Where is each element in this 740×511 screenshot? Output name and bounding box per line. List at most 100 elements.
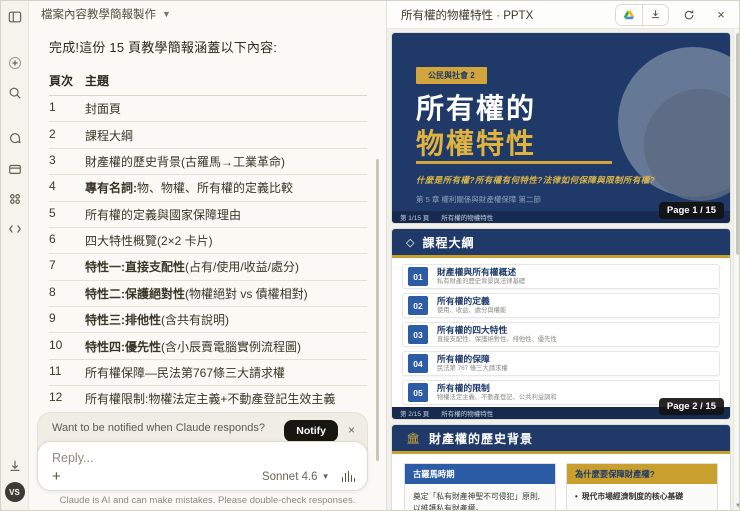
page-number-cell: 8 [49,280,85,308]
voice-waveform-icon[interactable] [341,471,355,482]
box-body: 奠定「私有財產神聖不可侵犯」原則,以維護私有財產權。 [413,492,540,511]
ai-disclaimer: Claude is AI and can make mistakes. Plea… [59,495,356,506]
topic-cell: 財產權的歷史背景(古羅馬→工業革命) [85,148,367,176]
sidebar: VS [1,1,29,510]
page-number-cell: 6 [49,227,85,255]
table-row: 1 封面頁 [49,95,367,123]
outline-list: 01 財產權與所有權概述 私有財產的歷史背景與法律基礎 02 所有權的定義 使用、收益、處… [392,258,730,415]
slide-footer-title: 所有權的物權特性 [441,411,494,418]
page-number-cell: 10 [49,332,85,360]
new-chat-icon[interactable] [7,55,23,71]
search-icon[interactable] [7,85,23,101]
message-intro: 完成!這份 15 頁教學簡報涵蓋以下內容: [49,40,278,55]
close-preview-icon[interactable]: × [709,5,733,25]
topic-cell: 特性三:排他性(含共有說明) [85,306,367,334]
table-row: 11 所有權保障—民法第767條三大請求權 [49,359,367,387]
outline-number: 02 [408,296,428,315]
topic-cell: 四大特性概覽(2×2 卡片) [85,227,367,255]
outline-item: 02 所有權的定義 使用、收益、處分與權能 [402,293,720,318]
slide-page-indicator: 第 1/15 頁 [400,215,430,222]
conversation-title: 檔案內容教學簡報製作 [41,9,156,21]
slide-header-title: 財產權的歷史背景 [428,431,533,446]
user-avatar[interactable]: VS [4,482,25,502]
topic-cell: 所有權的定義與國家保障理由 [85,201,367,228]
box-title: 古羅馬時期 [405,464,555,484]
preview-scrollbar[interactable]: ▼ [733,29,739,510]
chevron-down-icon: ▼ [162,9,171,19]
outline-number: 01 [408,267,428,286]
preview-header: 所有權的物權特性 · PPTX × [387,1,739,29]
chat-scrollbar[interactable] [376,159,379,461]
topic-cell: 專有名詞:物、物權、所有權的定義比較 [85,174,367,202]
page-number-cell: 9 [49,306,85,334]
reply-input[interactable] [52,451,355,465]
close-icon[interactable]: × [348,420,355,437]
panel-toggle-icon[interactable] [7,9,23,25]
attach-plus-icon[interactable]: + [52,469,61,484]
page-number-cell: 7 [49,253,85,281]
slide-1-cover[interactable]: 公民與社會 2 所有權的 物權特性 什麼是所有權?所有權有何特性?法律如何保障與… [392,33,730,223]
outline-title: 所有權的保障 [437,353,490,364]
preview-scrollbar-thumb[interactable] [735,33,739,255]
table-row: 8 特性二:保護絕對性(物權絕對 vs 債權相對) [49,280,367,308]
page-number-cell: 2 [49,121,85,149]
model-selector[interactable]: Sonnet 4.6 ▼ [262,471,330,483]
pages-table: 頁次 主題 1 封面頁 2 課程大綱 3 財產權的歷史背景(古羅馬→工業革命) 4 專有名詞:… [49,68,367,410]
claude-app-window: VS 檔案內容教學簡報製作 ▼ 完成!這份 15 頁教學簡報涵蓋以下內容: 頁次… [0,0,740,511]
scrollbar-down-arrow[interactable]: ▼ [734,503,739,509]
notify-button[interactable]: Notify [284,420,338,442]
apps-grid-icon[interactable] [7,191,23,207]
topic-cell: 特性二:保護絕對性(物權絕對 vs 債權相對) [85,280,367,308]
outline-number: 03 [408,325,428,344]
refresh-icon[interactable] [677,5,701,25]
box-title: 為什麼要保障財產權? [567,464,717,484]
page-number-cell: 3 [49,148,85,176]
projects-icon[interactable] [7,161,23,177]
conversation-title-dropdown[interactable]: 檔案內容教學簡報製作 ▼ [29,1,386,27]
file-title: 所有權的物權特性 · PPTX [401,9,534,22]
topic-cell: 課程大綱 [85,121,367,149]
table-row: 5 所有權的定義與國家保障理由 [49,201,367,228]
history-box-roman: 古羅馬時期 奠定「私有財產神聖不可侵犯」原則,以維護私有財產權。 [404,463,556,511]
google-drive-icon[interactable] [616,4,642,25]
file-preview-panel: 所有權的物權特性 · PPTX × 公民與社會 2 所有權的 物權特性 什麼是所… [386,1,739,511]
table-row: 9 特性三:排他性(含共有說明) [49,306,367,334]
download-icon[interactable] [7,458,23,474]
topic-cell: 特性一:直接支配性(占有/使用/收益/處分) [85,253,367,281]
reply-composer: + Sonnet 4.6 ▼ [37,441,368,491]
topic-cell: 所有權保障—民法第767條三大請求權 [85,359,367,387]
outline-title: 所有權的四大特性 [437,324,508,335]
outline-title: 所有權的定義 [437,295,490,306]
why-protect-box: 為什麼要保障財產權? • 現代市場經濟制度的核心基礎 [566,463,718,510]
page-badge: Page 2 / 15 [658,398,724,415]
bullet-text: 現代市場經濟制度的核心基礎 [581,492,684,501]
outline-subtitle: 物權法定主義、不動產登記、公共利益調和 [437,393,557,401]
slide-title-line1: 所有權的 [416,93,537,124]
slide-header-bar: 🏛 財產權的歷史背景 [392,425,730,451]
table-row: 7 特性一:直接支配性(占有/使用/收益/處分) [49,253,367,281]
slide-header-bar: ◇ 課程大綱 [392,229,730,255]
notify-text: Want to be notified when Claude responds… [52,422,266,434]
chapter-line: 第 5 章 權利關係與財產權保障 第二節 [416,195,542,204]
chats-icon[interactable] [7,131,23,147]
diamond-icon: ◇ [406,236,415,249]
course-badge: 公民與社會 2 [416,67,487,84]
table-row: 6 四大特性概覽(2×2 卡片) [49,227,367,255]
table-row: 2 課程大綱 [49,121,367,149]
outline-title: 財產權與所有權概述 [437,266,517,277]
table-row: 12 所有權限制:物權法定主義+不動產登記生效主義 [49,385,367,410]
chevron-down-icon: ▼ [321,472,330,481]
slide-2-outline[interactable]: ◇ 課程大綱 01 財產權與所有權概述 私有財產的歷史背景與法律基礎 02 所有權的定義… [392,229,730,419]
download-file-icon[interactable] [642,4,668,25]
slide-page-indicator: 第 2/15 頁 [400,411,430,418]
outline-subtitle: 使用、收益、處分與權能 [437,306,507,314]
table-header-page: 頁次 [49,68,85,96]
outline-number: 05 [408,383,428,402]
model-name: Sonnet 4.6 [261,470,318,483]
slide-footer-title: 所有權的物權特性 [441,215,494,222]
page-number-cell: 5 [49,201,85,228]
slide-previews: 公民與社會 2 所有權的 物權特性 什麼是所有權?所有權有何特性?法律如何保障與… [392,33,730,511]
slide-3-history[interactable]: 🏛 財產權的歷史背景 古羅馬時期 奠定「私有財產神聖不可侵犯」原則,以維護私有財… [392,425,730,511]
code-icon[interactable] [7,221,23,237]
table-row: 3 財產權的歷史背景(古羅馬→工業革命) [49,148,367,176]
